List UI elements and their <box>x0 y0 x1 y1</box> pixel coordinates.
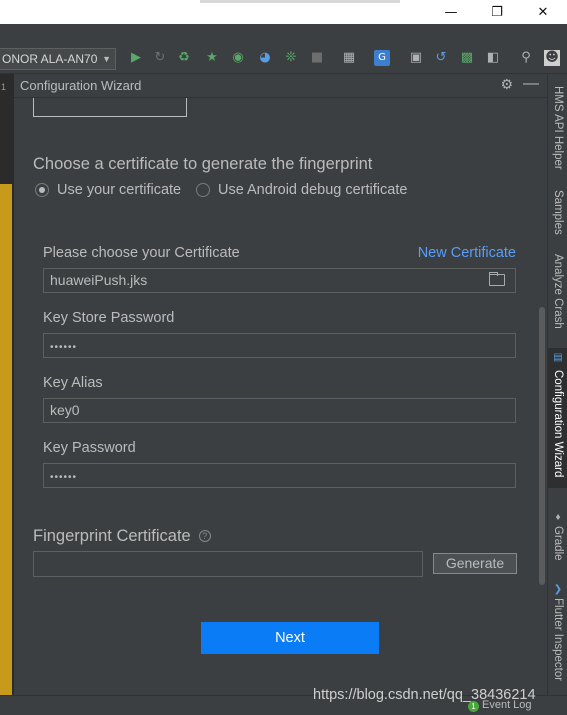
certificate-path-field[interactable]: huaweiPush.jks <box>43 268 516 293</box>
key-alias-value: key0 <box>50 402 80 418</box>
tab-analyze-crash[interactable]: Analyze Crash <box>548 254 567 334</box>
restore-icon[interactable]: ❐ <box>474 0 520 24</box>
gradle-icon: ♦ <box>555 512 561 523</box>
keystore-password-value: •••••• <box>50 342 78 353</box>
title-bar-shadow <box>200 0 400 3</box>
fingerprint-label: Fingerprint Certificate <box>33 527 191 545</box>
sdk-manager-icon[interactable]: ▩ <box>459 50 475 66</box>
device-selector[interactable]: ONOR ALA-AN70 ▼ <box>0 48 116 70</box>
next-button[interactable]: Next <box>201 622 379 654</box>
event-log-label: Event Log <box>482 699 532 711</box>
main-toolbar: ONOR ALA-AN70 ▼ ▶ ↻ ♻ ★ ◉ ◕ ❊ ■ ▦ G ▣ ↺ … <box>0 44 567 74</box>
tab-hms-api-helper-label: HMS API Helper <box>552 86 564 170</box>
sync-icon[interactable]: ↺ <box>433 50 449 66</box>
tab-samples-label: Samples <box>552 190 564 235</box>
minimize-icon[interactable]: — <box>428 0 474 24</box>
key-alias-field[interactable]: key0 <box>43 398 516 423</box>
radio-button-unchecked[interactable] <box>196 183 210 197</box>
project-structure-icon[interactable]: ▦ <box>341 50 357 66</box>
flutter-icon: ❯ <box>553 584 563 595</box>
tab-flutter-inspector-label: Flutter Inspector <box>552 598 564 682</box>
tool-window-title: Configuration Wizard <box>20 78 142 93</box>
tab-gradle-label: Gradle <box>552 526 564 561</box>
wizard-panel: Choose a certificate to generate the fin… <box>14 98 547 695</box>
tab-samples[interactable]: Samples <box>548 190 567 238</box>
certificate-path-value: huaweiPush.jks <box>50 272 148 288</box>
apply-changes-icon[interactable]: ♻ <box>176 50 192 66</box>
folder-icon[interactable] <box>489 272 505 286</box>
chevron-down-icon: ▼ <box>102 54 111 64</box>
document-icon: ▤ <box>553 352 563 363</box>
radio-button-checked[interactable] <box>35 183 49 197</box>
tab-configuration-wizard[interactable]: ▤ Configuration Wizard <box>548 348 567 488</box>
avd-manager-icon[interactable]: ▣ <box>408 50 424 66</box>
new-certificate-link[interactable]: New Certificate <box>418 245 516 261</box>
keystore-password-label: Key Store Password <box>43 310 175 326</box>
bug-icon[interactable]: ❊ <box>283 50 299 66</box>
rerun-icon[interactable]: ↻ <box>152 50 168 66</box>
editor-highlight <box>0 184 12 704</box>
key-password-field[interactable]: •••••• <box>43 463 516 488</box>
tab-gradle[interactable]: ♦ Gradle <box>548 510 567 566</box>
run-icon[interactable]: ▶ <box>128 50 144 66</box>
search-icon[interactable]: ⚲ <box>518 50 534 66</box>
translate-icon[interactable]: G <box>374 50 390 66</box>
radio-use-own-certificate[interactable]: Use your certificate <box>35 181 181 199</box>
previous-field <box>33 98 187 117</box>
hide-icon[interactable]: — <box>523 75 539 93</box>
attach-debugger-icon[interactable]: ◉ <box>230 50 246 66</box>
scrollbar-thumb[interactable] <box>539 307 545 585</box>
fingerprint-title: Fingerprint Certificate? <box>33 527 211 546</box>
tab-flutter-inspector[interactable]: ❯ Flutter Inspector <box>548 582 567 702</box>
tab-analyze-crash-label: Analyze Crash <box>552 254 564 329</box>
debug-icon[interactable]: ★ <box>204 50 220 66</box>
radio-use-debug-certificate[interactable]: Use Android debug certificate <box>196 181 407 199</box>
help-icon[interactable]: ? <box>198 530 211 542</box>
key-password-value: •••••• <box>50 472 78 483</box>
key-alias-label: Key Alias <box>43 375 103 391</box>
tab-hms-api-helper[interactable]: HMS API Helper <box>548 86 567 176</box>
layout-inspector-icon[interactable]: ◧ <box>485 50 501 66</box>
key-password-label: Key Password <box>43 440 136 456</box>
close-icon[interactable]: ✕ <box>520 0 566 24</box>
generate-button[interactable]: Generate <box>433 553 517 574</box>
profile-icon[interactable]: ◕ <box>257 50 273 66</box>
certificate-label: Please choose your Certificate <box>43 245 240 261</box>
event-log-button[interactable]: 1 Event Log <box>468 699 532 712</box>
keystore-password-field[interactable]: •••••• <box>43 333 516 358</box>
stop-icon[interactable]: ■ <box>309 50 325 66</box>
left-tab-number: 1 <box>1 82 7 92</box>
gear-icon[interactable]: ⚙ <box>500 77 513 93</box>
user-icon[interactable]: ☻ <box>544 50 560 66</box>
section-title: Choose a certificate to generate the fin… <box>33 155 373 173</box>
window-title-bar: — ❐ ✕ <box>0 0 567 24</box>
radio-use-own-label: Use your certificate <box>57 182 182 198</box>
tool-window-header: Configuration Wizard ⚙ — <box>14 74 547 98</box>
tab-configuration-wizard-label: Configuration Wizard <box>552 370 564 478</box>
radio-use-debug-label: Use Android debug certificate <box>218 182 408 198</box>
editor-gutter: 1 <box>0 74 14 715</box>
fingerprint-field[interactable] <box>33 551 423 577</box>
device-selector-label: ONOR ALA-AN70 <box>2 52 98 66</box>
event-count-badge: 1 <box>468 701 479 712</box>
right-tool-stripe: HMS API Helper Samples Analyze Crash ▤ C… <box>547 74 567 715</box>
